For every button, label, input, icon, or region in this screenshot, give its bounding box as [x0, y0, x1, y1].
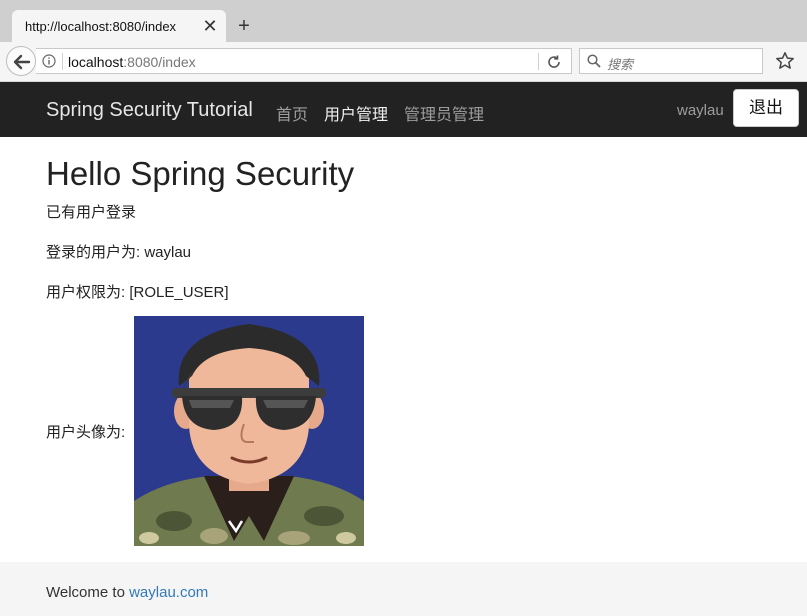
search-placeholder: 搜索: [607, 57, 634, 72]
close-icon[interactable]: ✕: [200, 16, 220, 36]
url-path: :8080/index: [123, 54, 196, 70]
user-role-text: 用户权限为: [ROLE_USER]: [46, 284, 229, 301]
search-icon: [587, 54, 601, 68]
login-status-text: 已有用户登录: [46, 204, 137, 221]
url-bar[interactable]: localhost:8080/index: [36, 48, 572, 74]
search-input[interactable]: 搜索: [579, 48, 763, 74]
footer-link[interactable]: waylau.com: [129, 584, 208, 601]
info-icon[interactable]: [42, 54, 56, 68]
avatar-label: 用户头像为:: [46, 424, 126, 441]
url-text[interactable]: localhost:8080/index: [68, 54, 196, 70]
reload-separator: [538, 53, 539, 70]
browser-toolbar: localhost:8080/index 搜索: [0, 42, 807, 82]
nav-link-home[interactable]: 首页: [276, 101, 308, 125]
page-title: Hello Spring Security: [46, 155, 355, 192]
main-content: Hello Spring Security 已有用户登录 登录的用户为: way…: [0, 137, 807, 562]
nav-link-admin-management[interactable]: 管理员管理: [404, 101, 484, 125]
reload-icon[interactable]: [546, 54, 562, 70]
navbar-brand[interactable]: Spring Security Tutorial: [46, 99, 253, 122]
logout-button[interactable]: 退出: [733, 89, 799, 127]
new-tab-icon[interactable]: +: [234, 16, 254, 36]
browser-tab[interactable]: http://localhost:8080/index ✕: [12, 10, 226, 42]
browser-tab-strip: http://localhost:8080/index ✕ +: [0, 0, 807, 42]
logged-in-user-text: 登录的用户为: waylau: [46, 244, 192, 261]
navbar-username: waylau: [677, 102, 724, 119]
footer-text: Welcome to waylau.com: [46, 584, 208, 601]
footer-prefix: Welcome to: [46, 584, 130, 601]
back-arrow-icon: [13, 54, 31, 70]
url-separator: [62, 53, 63, 70]
footer: Welcome to waylau.com: [0, 562, 807, 616]
bookmark-star-icon[interactable]: [775, 51, 795, 71]
url-host: localhost: [68, 54, 124, 70]
avatar-cartoon-image: [134, 316, 364, 546]
back-button[interactable]: [6, 46, 36, 76]
nav-link-user-management[interactable]: 用户管理: [324, 101, 388, 125]
tab-title: http://localhost:8080/index: [25, 19, 177, 34]
navbar: Spring Security Tutorial 首页 用户管理 管理员管理 w…: [0, 82, 807, 137]
avatar: [134, 316, 364, 546]
